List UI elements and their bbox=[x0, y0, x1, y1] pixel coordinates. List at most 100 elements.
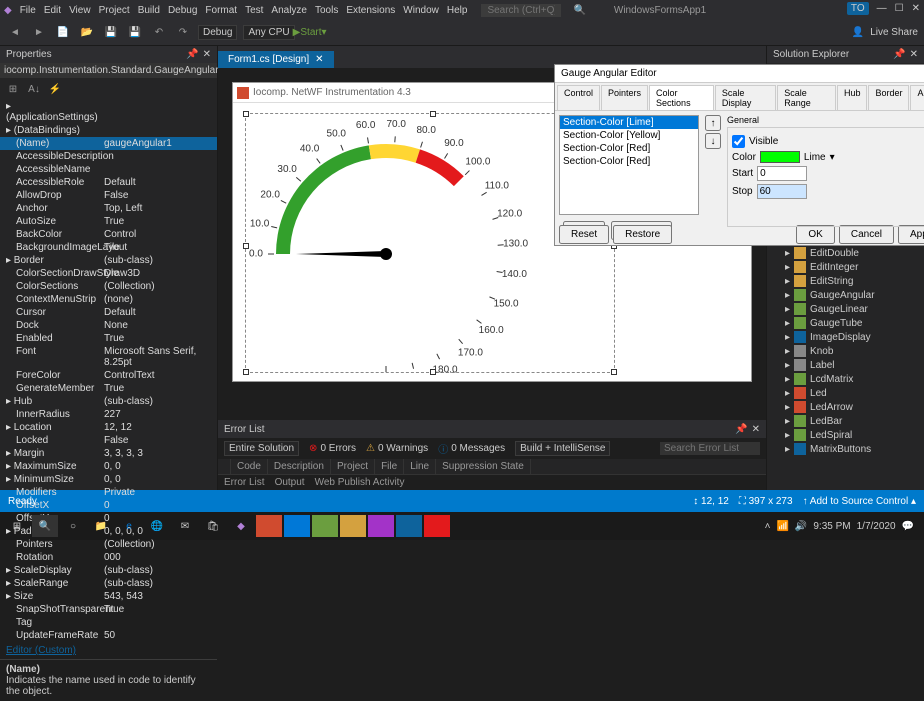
panel-close-icon[interactable]: ✕ bbox=[203, 49, 211, 60]
start-button[interactable]: ▶ Start ▾ bbox=[301, 24, 319, 42]
tray-date[interactable]: 1/7/2020 bbox=[857, 521, 896, 532]
forward-icon[interactable]: ► bbox=[30, 24, 48, 42]
task-app3-icon[interactable] bbox=[312, 515, 338, 537]
property-row[interactable]: ContextMenuStrip(none) bbox=[0, 293, 217, 306]
property-row[interactable]: ▸ Size543, 543 bbox=[0, 590, 217, 603]
menu-extensions[interactable]: Extensions bbox=[346, 5, 395, 16]
menu-view[interactable]: View bbox=[69, 5, 91, 16]
dialog-tab[interactable]: About bbox=[910, 85, 924, 110]
task-app5-icon[interactable] bbox=[368, 515, 394, 537]
menu-help[interactable]: Help bbox=[447, 5, 468, 16]
warnings-chip[interactable]: ⚠0 Warnings bbox=[366, 443, 428, 454]
color-dropdown-icon[interactable]: ▾ bbox=[830, 152, 835, 163]
property-row[interactable]: Pointers(Collection) bbox=[0, 538, 217, 551]
section-list[interactable]: Section-Color [Lime]Section-Color [Yello… bbox=[559, 115, 699, 215]
tree-item[interactable]: ▸ Knob bbox=[769, 344, 922, 358]
task-app6-icon[interactable] bbox=[396, 515, 422, 537]
tree-item[interactable]: ▸ GaugeAngular bbox=[769, 288, 922, 302]
properties-object-selector[interactable]: iocomp.Instrumentation.Standard.GaugeAng… bbox=[0, 63, 217, 78]
menu-project[interactable]: Project bbox=[99, 5, 130, 16]
task-app4-icon[interactable] bbox=[340, 515, 366, 537]
task-mail-icon[interactable]: ✉ bbox=[172, 515, 198, 537]
tray-time[interactable]: 9:35 PM bbox=[813, 521, 850, 532]
config-dropdown[interactable]: Debug bbox=[198, 25, 237, 40]
new-icon[interactable]: 📄 bbox=[54, 24, 72, 42]
tree-item[interactable]: ▸ LcdMatrix bbox=[769, 372, 922, 386]
property-row[interactable]: BackgroundImageLayoutTile bbox=[0, 241, 217, 254]
messages-chip[interactable]: ⓘ0 Messages bbox=[438, 441, 505, 456]
menu-format[interactable]: Format bbox=[205, 5, 237, 16]
pin-icon[interactable]: 📌 bbox=[893, 49, 905, 60]
start-input[interactable] bbox=[757, 166, 807, 181]
property-grid[interactable]: ▸ (ApplicationSettings)▸ (DataBindings)(… bbox=[0, 100, 217, 642]
back-icon[interactable]: ◄ bbox=[6, 24, 24, 42]
tree-item[interactable]: ▸ GaugeLinear bbox=[769, 302, 922, 316]
error-scope-dropdown[interactable]: Entire Solution bbox=[224, 441, 299, 456]
property-row[interactable]: AnchorTop, Left bbox=[0, 202, 217, 215]
property-row[interactable]: (Name)gaugeAngular1 bbox=[0, 137, 217, 150]
property-row[interactable]: UpdateFrameRate50 bbox=[0, 629, 217, 642]
property-row[interactable]: ColorSectionDrawStyleDraw3D bbox=[0, 267, 217, 280]
list-item[interactable]: Section-Color [Lime] bbox=[560, 116, 698, 129]
restore-button[interactable]: Restore bbox=[613, 225, 672, 244]
apply-button[interactable]: Apply bbox=[898, 225, 924, 244]
panel-close-icon[interactable]: ✕ bbox=[752, 424, 760, 435]
property-row[interactable]: AccessibleDescription bbox=[0, 150, 217, 163]
tray-notifications-icon[interactable]: 💬 bbox=[902, 521, 914, 532]
add-source-control-link[interactable]: ↑ Add to Source Control ▴ bbox=[803, 496, 916, 507]
categorized-icon[interactable]: ⊞ bbox=[4, 80, 22, 98]
tree-item[interactable]: ▸ EditString bbox=[769, 274, 922, 288]
visible-checkbox[interactable] bbox=[732, 135, 745, 148]
property-row[interactable]: EnabledTrue bbox=[0, 332, 217, 345]
property-row[interactable]: DockNone bbox=[0, 319, 217, 332]
open-icon[interactable]: 📂 bbox=[78, 24, 96, 42]
dialog-tab[interactable]: Scale Display bbox=[715, 85, 776, 110]
bottom-tab-output[interactable]: Output bbox=[275, 477, 305, 488]
property-row[interactable]: AccessibleName bbox=[0, 163, 217, 176]
reset-button[interactable]: Reset bbox=[559, 225, 609, 244]
task-app1-icon[interactable] bbox=[256, 515, 282, 537]
tree-item[interactable]: ▸ EditDouble bbox=[769, 246, 922, 260]
save-icon[interactable]: 💾 bbox=[102, 24, 120, 42]
property-row[interactable]: ColorSections(Collection) bbox=[0, 280, 217, 293]
color-swatch[interactable] bbox=[760, 151, 800, 163]
errors-chip[interactable]: ⊗0 Errors bbox=[309, 443, 356, 454]
dialog-tab[interactable]: Control bbox=[557, 85, 600, 110]
tree-item[interactable]: ▸ Led bbox=[769, 386, 922, 400]
tree-item[interactable]: ▸ LedBar bbox=[769, 414, 922, 428]
property-row[interactable]: ▸ Border(sub-class) bbox=[0, 254, 217, 267]
task-cortana-icon[interactable]: ○ bbox=[60, 515, 86, 537]
minimize-icon[interactable]: — bbox=[877, 3, 887, 14]
property-row[interactable]: LockedFalse bbox=[0, 434, 217, 447]
menu-analyze[interactable]: Analyze bbox=[271, 5, 307, 16]
tab-general[interactable]: General bbox=[727, 115, 924, 125]
property-row[interactable]: Tag bbox=[0, 616, 217, 629]
pin-icon[interactable]: 📌 bbox=[186, 49, 198, 60]
property-row[interactable]: InnerRadius227 bbox=[0, 408, 217, 421]
property-row[interactable]: ▸ (DataBindings) bbox=[0, 124, 217, 137]
property-row[interactable]: ▸ (ApplicationSettings) bbox=[0, 100, 217, 124]
events-icon[interactable]: ⚡ bbox=[46, 80, 64, 98]
tray-up-icon[interactable]: ˄ bbox=[765, 521, 771, 532]
quick-search-input[interactable] bbox=[481, 4, 561, 17]
tab-form1-design[interactable]: Form1.cs [Design]✕ bbox=[218, 51, 334, 68]
property-row[interactable]: BackColorControl bbox=[0, 228, 217, 241]
task-explorer-icon[interactable]: 📁 bbox=[88, 515, 114, 537]
move-down-button[interactable]: ↓ bbox=[705, 133, 721, 149]
editor-custom-link[interactable]: Editor (Custom) bbox=[6, 645, 76, 656]
redo-icon[interactable]: ↷ bbox=[174, 24, 192, 42]
property-row[interactable]: ForeColorControlText bbox=[0, 369, 217, 382]
panel-close-icon[interactable]: ✕ bbox=[910, 49, 918, 60]
saveall-icon[interactable]: 💾 bbox=[126, 24, 144, 42]
dialog-tab[interactable]: Hub bbox=[837, 85, 868, 110]
property-row[interactable]: SnapShotTransparentTrue bbox=[0, 603, 217, 616]
tree-item[interactable]: ▸ LedArrow bbox=[769, 400, 922, 414]
dialog-tab[interactable]: Scale Range bbox=[777, 85, 836, 110]
tree-item[interactable]: ▸ EditInteger bbox=[769, 260, 922, 274]
property-row[interactable]: ▸ MinimumSize0, 0 bbox=[0, 473, 217, 486]
list-item[interactable]: Section-Color [Red] bbox=[560, 142, 698, 155]
liveshare-label[interactable]: Live Share bbox=[870, 27, 918, 38]
stop-input[interactable] bbox=[757, 184, 807, 199]
dialog-tab[interactable]: Pointers bbox=[601, 85, 648, 110]
property-row[interactable]: AccessibleRoleDefault bbox=[0, 176, 217, 189]
